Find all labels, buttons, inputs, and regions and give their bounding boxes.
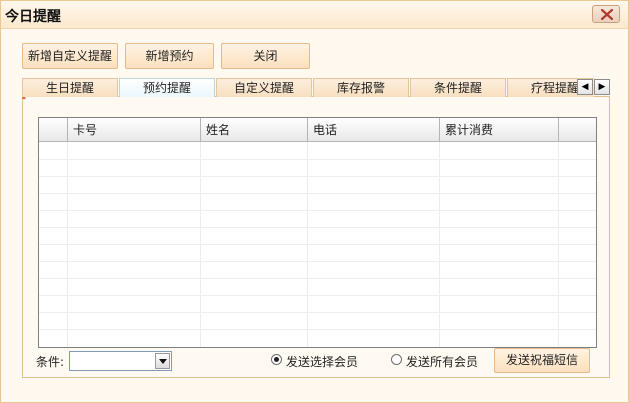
add-appointment-button[interactable]: 新增预约 — [125, 43, 214, 69]
condition-label: 条件: — [36, 355, 65, 369]
table-row — [39, 295, 596, 296]
table-row — [39, 244, 596, 245]
condition-select[interactable] — [69, 351, 172, 371]
send-selected-radio[interactable] — [271, 354, 282, 365]
close-window-button[interactable] — [592, 5, 620, 23]
send-greeting-sms-button[interactable]: 发送祝福短信 — [494, 348, 590, 373]
member-table: 卡号 姓名 电话 累计消费 — [38, 117, 597, 348]
close-button[interactable]: 关闭 — [221, 43, 310, 69]
column-header-total-spend[interactable]: 累计消费 — [439, 118, 558, 142]
table-row — [39, 159, 596, 160]
tab-birthday[interactable]: 生日提醒 — [22, 78, 118, 97]
column-header-name[interactable]: 姓名 — [200, 118, 307, 142]
window-title: 今日提醒 — [5, 9, 61, 25]
title-bar: 今日提醒 — [1, 1, 628, 29]
column-header-filler — [558, 118, 596, 142]
add-custom-reminder-button[interactable]: 新增自定义提醒 — [22, 43, 118, 69]
tab-scroll: ◀ ▶ — [577, 79, 610, 95]
table-row — [39, 261, 596, 262]
chevron-left-icon[interactable]: ◀ — [577, 79, 593, 95]
table-row — [39, 329, 596, 330]
tab-appointment[interactable]: 预约提醒 — [119, 78, 215, 97]
send-all-label[interactable]: 发送所有会员 — [406, 353, 478, 370]
table-row — [39, 278, 596, 279]
tab-bar: 生日提醒 预约提醒 自定义提醒 库存报警 条件提醒 疗程提醒 — [22, 77, 594, 97]
table-header: 卡号 姓名 电话 累计消费 — [39, 118, 596, 142]
table-row — [39, 210, 596, 211]
column-header-phone[interactable]: 电话 — [307, 118, 439, 142]
table-row — [39, 312, 596, 313]
send-selected-label[interactable]: 发送选择会员 — [286, 353, 358, 370]
tab-custom[interactable]: 自定义提醒 — [216, 78, 312, 97]
chevron-down-icon — [159, 359, 167, 364]
required-marker: * — [22, 95, 26, 104]
close-icon — [601, 9, 613, 20]
radio-selected-dot — [274, 357, 279, 362]
table-row — [39, 227, 596, 228]
send-all-radio[interactable] — [391, 354, 402, 365]
tab-condition[interactable]: 条件提醒 — [410, 78, 506, 97]
tab-inventory-alert[interactable]: 库存报警 — [313, 78, 409, 97]
table-row — [39, 193, 596, 194]
condition-dropdown-button[interactable] — [155, 353, 170, 369]
column-header-card-number[interactable]: 卡号 — [67, 118, 200, 142]
chevron-right-icon[interactable]: ▶ — [594, 79, 610, 95]
table-row — [39, 176, 596, 177]
